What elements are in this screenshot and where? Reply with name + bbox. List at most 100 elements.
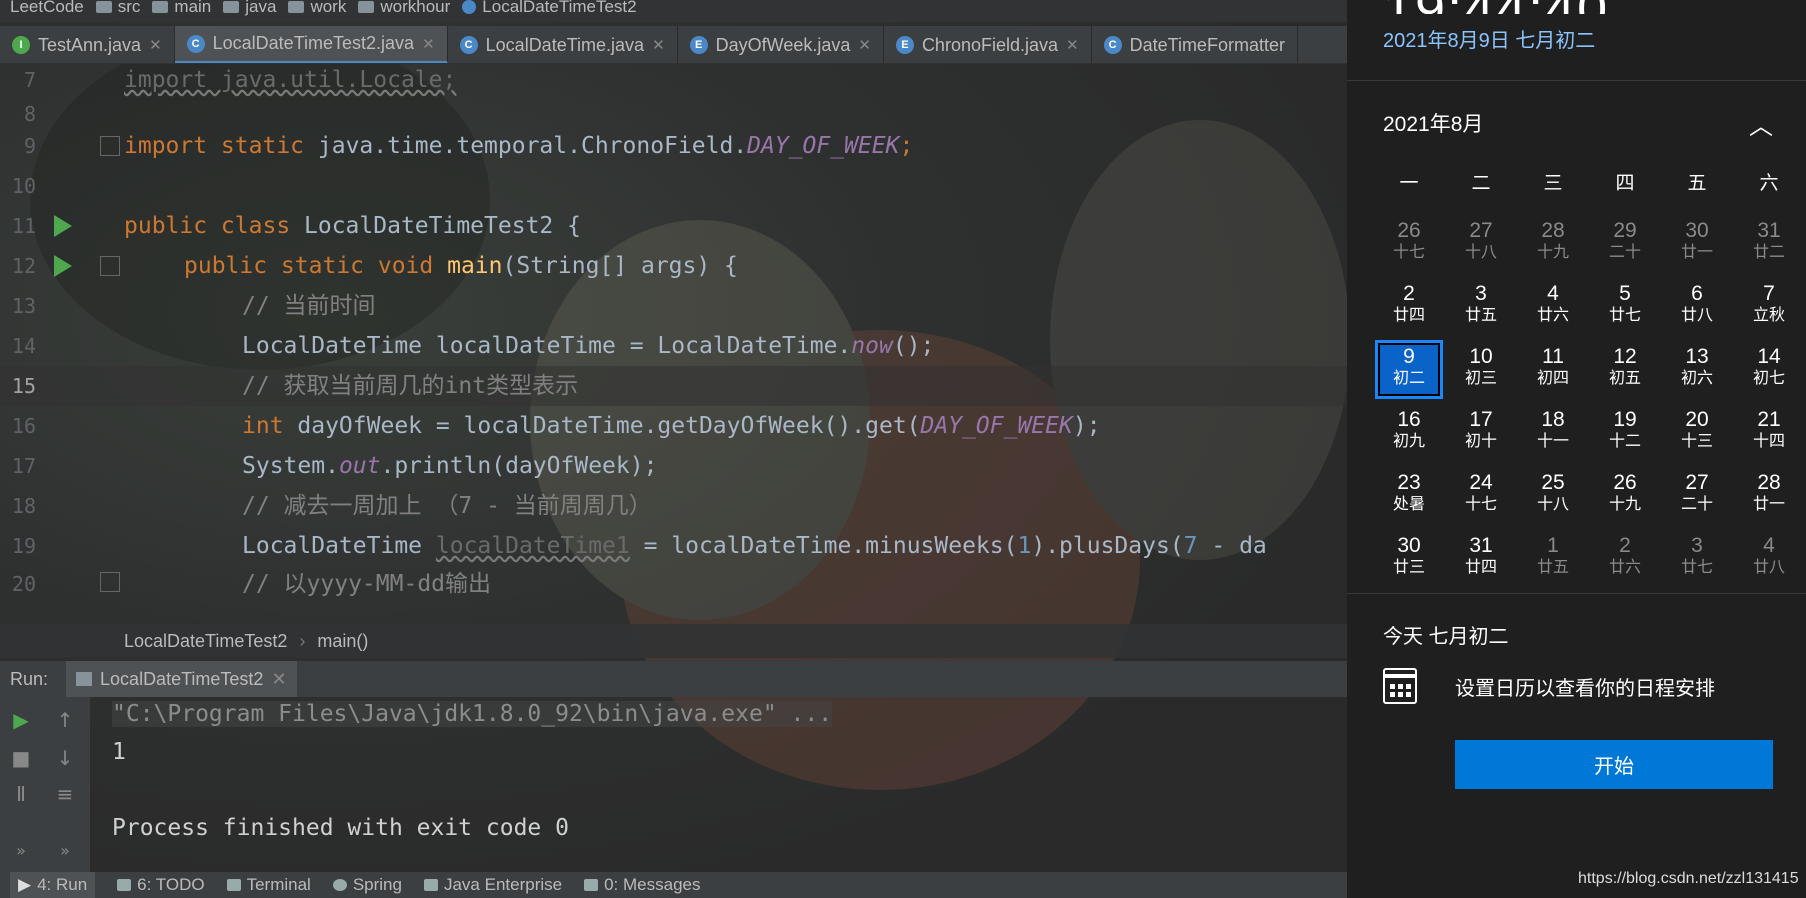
calendar-day[interactable]: 18 十一 [1517,401,1589,464]
calendar-day[interactable]: 20 十三 [1661,401,1733,464]
calendar-day[interactable]: 25 十八 [1517,464,1589,527]
calendar-day[interactable]: 14 初七 [1733,338,1805,401]
tab-label: LocalDateTimeTest2.java [212,33,415,53]
breadcrumb-class[interactable]: LocalDateTimeTest2 [462,0,637,17]
tab-testann[interactable]: I TestAnn.java ✕ [0,26,175,63]
stop-icon[interactable]: ■ [8,745,34,771]
toolwindow-messages[interactable]: 0: Messages [584,875,700,895]
close-icon[interactable]: ✕ [149,36,162,54]
toolwindow-spring[interactable]: Spring [332,875,402,895]
weekday-label: 四 [1615,173,1635,194]
calendar-day[interactable]: 26 十七 [1373,212,1445,275]
calendar-day[interactable]: 6 廿八 [1661,275,1733,338]
day-number: 25 [1541,471,1565,494]
breadcrumb-project[interactable]: LeetCode [10,0,84,17]
code-number: 7 [1183,533,1198,559]
calendar-day[interactable]: 12 初五 [1589,338,1661,401]
editor-breadcrumb-method[interactable]: main() [317,631,368,652]
calendar-day[interactable]: 16 初九 [1373,401,1445,464]
calendar-day[interactable]: 21 十四 [1733,401,1805,464]
soft-wrap-icon[interactable]: ≡ [52,781,78,807]
close-icon[interactable]: ✕ [422,35,435,53]
run-gutter-icon[interactable] [54,215,72,237]
lunar-date: 十一 [1536,433,1569,450]
calendar-day[interactable]: 5 廿七 [1589,275,1661,338]
calendar-day[interactable]: 29 二十 [1589,212,1661,275]
month-title[interactable]: 2021年8月 [1383,108,1483,138]
tab-datetimeformatter[interactable]: C DateTimeFormatter [1092,26,1298,63]
calendar-day[interactable]: 3 廿七 [1661,527,1733,590]
lunar-date: 十八 [1464,244,1497,261]
day-number: 19 [1613,408,1637,431]
calendar-day[interactable]: 1 廿五 [1517,527,1589,590]
toolwindow-run[interactable]: ▶ 4: Run [10,872,96,898]
close-icon[interactable]: ✕ [652,36,665,54]
breadcrumb-work[interactable]: work [288,0,346,17]
date-line[interactable]: 2021年8月9日 七月初二 [1383,24,1595,53]
calendar-day[interactable]: 27 二十 [1661,464,1733,527]
fold-icon[interactable] [100,136,120,156]
calendar-day[interactable]: 4 廿八 [1733,527,1805,590]
tab-chronofield[interactable]: E ChronoField.java ✕ [884,26,1092,63]
enum-icon: E [689,36,708,54]
close-icon[interactable]: ✕ [271,669,286,690]
calendar-day[interactable]: 2 廿六 [1589,527,1661,590]
editor-breadcrumb-class[interactable]: LocalDateTimeTest2 [124,631,287,652]
lunar-date: 二十 [1608,244,1641,261]
calendar-day[interactable]: 19 十二 [1589,401,1661,464]
tab-localdatetime[interactable]: C LocalDateTime.java ✕ [448,26,678,63]
day-number: 27 [1685,471,1709,494]
fold-icon[interactable] [100,572,120,592]
chevron-up-icon[interactable]: ︿ [1749,106,1773,141]
pause-icon[interactable]: Ⅱ [8,781,34,807]
lunar-date: 廿一 [1752,496,1785,513]
rerun-icon[interactable]: ▶ [8,707,34,733]
toolwindow-todo[interactable]: 6: TODO [117,875,205,895]
calendar-day[interactable]: 7 立秋 [1733,275,1805,338]
calendar-day[interactable]: 23 处暑 [1373,464,1445,527]
calendar-day[interactable]: 28 廿一 [1733,464,1805,527]
calendar-day[interactable]: 10 初三 [1445,338,1517,401]
calendar-day[interactable]: 27 十八 [1445,212,1517,275]
more-icon[interactable]: » [8,837,34,863]
calendar-day-today[interactable]: 9 初二 [1375,340,1443,399]
calendar-day[interactable]: 17 初十 [1445,401,1517,464]
tab-dayofweek[interactable]: E DayOfWeek.java ✕ [678,26,884,63]
calendar-day[interactable]: 24 十七 [1445,464,1517,527]
down-arrow-icon[interactable]: ↓ [52,745,78,771]
run-tab[interactable]: LocalDateTimeTest2 ✕ [66,661,297,697]
run-console[interactable]: "C:\Program Files\Java\jdk1.8.0_92\bin\j… [96,697,1346,872]
tab-label: DayOfWeek.java [715,34,851,55]
calendar-day[interactable]: 4 廿六 [1517,275,1589,338]
messages-icon [584,879,599,891]
calendar-day[interactable]: 28 十九 [1517,212,1589,275]
breadcrumb-java[interactable]: java [223,0,276,17]
toolwindow-terminal[interactable]: Terminal [226,875,311,895]
calendar-day[interactable]: 30 廿三 [1373,527,1445,590]
code-editor[interactable]: 7 import java.util.Locale; 8 9 import stat… [0,64,1347,624]
calendar-day[interactable]: 30 廿一 [1661,212,1733,275]
calendar-day[interactable]: 2 廿四 [1373,275,1445,338]
calendar-day[interactable]: 3 廿五 [1445,275,1517,338]
close-icon[interactable]: ✕ [1066,36,1079,54]
toolwindow-java-enterprise[interactable]: Java Enterprise [423,875,562,895]
line-number: 18 [11,494,36,518]
up-arrow-icon[interactable]: ↑ [52,707,78,733]
calendar-day[interactable]: 31 廿四 [1445,527,1517,590]
start-button[interactable]: 开始 [1455,740,1773,789]
breadcrumb-src[interactable]: src [95,0,140,17]
breadcrumb-workhour[interactable]: workhour [358,0,450,17]
calendar-day[interactable]: 13 初六 [1661,338,1733,401]
breadcrumb-main[interactable]: main [152,0,211,17]
more-icon[interactable]: » [52,837,78,863]
fold-icon[interactable] [100,256,120,276]
tab-localdatetimetest2[interactable]: C LocalDateTimeTest2.java ✕ [174,26,448,63]
run-gutter-icon[interactable] [54,255,72,277]
weekday-label: 二 [1471,173,1491,194]
calendar-day[interactable]: 31 廿二 [1733,212,1805,275]
package-icon [288,1,305,13]
close-icon[interactable]: ✕ [858,36,871,54]
calendar-day[interactable]: 11 初四 [1517,338,1589,401]
lunar-date: 初九 [1392,433,1425,450]
calendar-day[interactable]: 26 十九 [1589,464,1661,527]
